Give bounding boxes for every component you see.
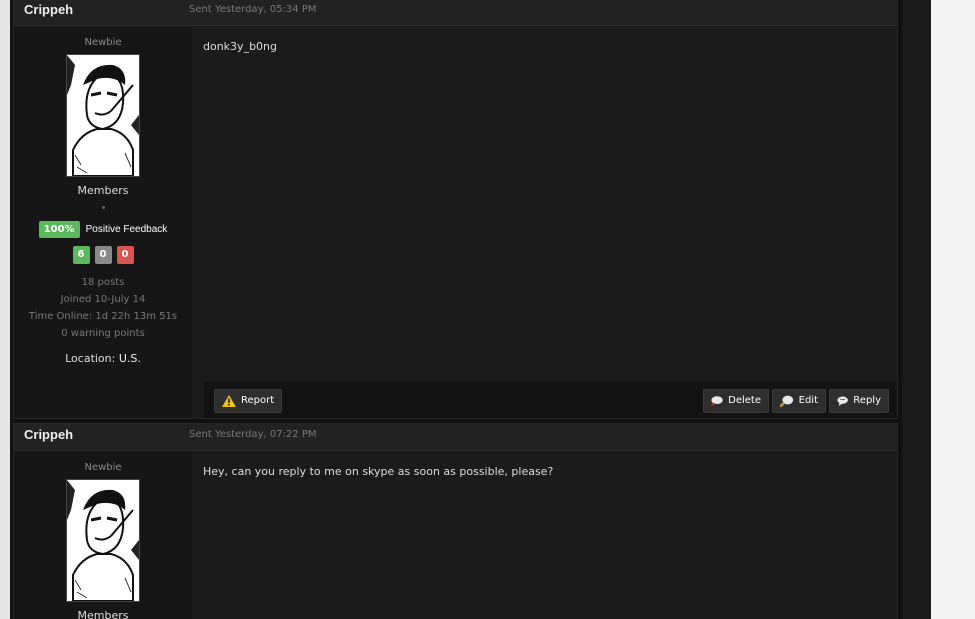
post-header: Crippeh Sent Yesterday, 07:22 PM xyxy=(14,424,897,451)
avatar[interactable] xyxy=(66,479,140,602)
neutral-count-badge[interactable]: 0 xyxy=(94,246,112,264)
author-panel: Newbie Members xyxy=(14,451,192,619)
feedback-counts: 6 0 0 xyxy=(14,246,192,264)
post-body: donk3y_b0ng Report Delete Edit Reply xyxy=(193,26,897,418)
join-date: Joined 10-July 14 xyxy=(60,294,146,305)
author-name[interactable]: Crippeh xyxy=(24,2,73,17)
avatar[interactable] xyxy=(66,54,140,177)
delete-button[interactable]: Delete xyxy=(703,389,769,413)
report-button[interactable]: Report xyxy=(214,389,283,413)
post: Crippeh Sent Yesterday, 07:22 PM Newbie xyxy=(13,423,898,619)
member-group: Members xyxy=(77,609,129,619)
post: Crippeh Sent Yesterday, 05:34 PM Newbie xyxy=(13,0,898,419)
separator-dot xyxy=(101,206,105,209)
positive-count-badge[interactable]: 6 xyxy=(72,246,90,264)
location-label: Location: xyxy=(65,352,116,365)
time-online: Time Online: 1d 22h 13m 51s xyxy=(28,311,178,322)
post-body: Hey, can you reply to me on skype as soo… xyxy=(193,451,897,619)
member-rank: Newbie xyxy=(84,462,122,473)
feedback-summary[interactable]: 100% Positive Feedback xyxy=(14,219,192,239)
reply-bubble-icon xyxy=(837,396,848,406)
feedback-percent-badge: 100% xyxy=(38,220,80,238)
post-count: 18 posts xyxy=(81,277,125,288)
message-text: donk3y_b0ng xyxy=(203,40,277,53)
edit-button[interactable]: Edit xyxy=(772,389,826,413)
post-actions: Report Delete Edit Reply xyxy=(204,382,897,418)
post-date: Sent Yesterday, 05:34 PM xyxy=(189,4,317,15)
magnifier-icon xyxy=(780,395,794,407)
reply-button[interactable]: Reply xyxy=(829,389,889,413)
member-rank: Newbie xyxy=(84,37,122,48)
message-thread: Crippeh Sent Yesterday, 05:34 PM Newbie xyxy=(10,0,902,619)
author-name[interactable]: Crippeh xyxy=(24,427,73,442)
delete-label: Delete xyxy=(728,395,761,406)
post-date: Sent Yesterday, 07:22 PM xyxy=(189,429,317,440)
author-panel: Newbie Members 100% Positive Feedback 6 … xyxy=(14,26,192,418)
member-group: Members xyxy=(77,184,129,197)
report-label: Report xyxy=(241,395,275,406)
location-value: U.S. xyxy=(118,352,141,365)
member-stats: 18 posts Joined 10-July 14 Time Online: … xyxy=(14,274,192,342)
post-header: Crippeh Sent Yesterday, 05:34 PM xyxy=(14,0,897,26)
left-margin xyxy=(0,0,10,619)
negative-count-badge[interactable]: 0 xyxy=(116,246,134,264)
edit-label: Edit xyxy=(798,395,818,406)
right-sidebar-strip xyxy=(902,0,931,619)
message-text: Hey, can you reply to me on skype as soo… xyxy=(203,465,554,478)
warning-points: 0 warning points xyxy=(61,328,145,339)
location: Location: U.S. xyxy=(14,352,192,365)
right-margin xyxy=(931,0,975,619)
feedback-label: Positive Feedback xyxy=(85,223,168,235)
speech-bubble-icon xyxy=(711,396,723,407)
reply-label: Reply xyxy=(853,395,881,406)
warning-icon xyxy=(222,395,236,407)
